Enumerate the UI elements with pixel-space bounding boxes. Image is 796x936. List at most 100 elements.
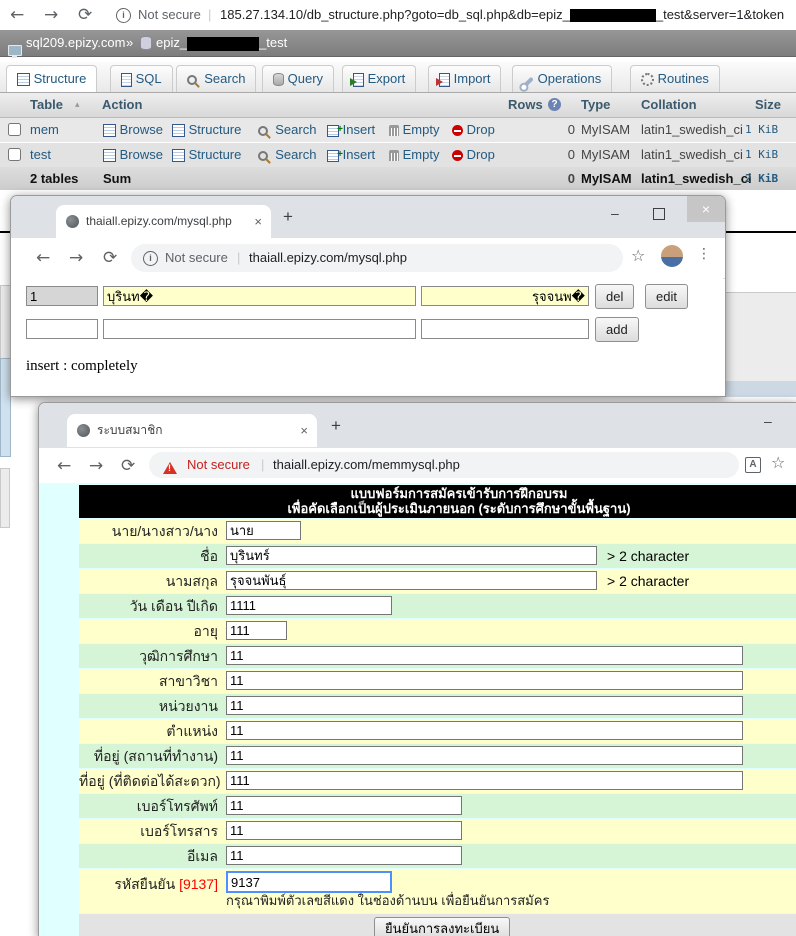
drop-icon xyxy=(452,150,463,161)
work-address-field[interactable] xyxy=(226,746,743,765)
table-name-link[interactable]: mem xyxy=(30,118,59,142)
empty-icon xyxy=(389,150,399,161)
organization-field[interactable] xyxy=(226,696,743,715)
tab-sql[interactable]: SQL xyxy=(110,65,173,92)
row-checkbox[interactable] xyxy=(8,148,21,161)
major-field[interactable] xyxy=(226,671,743,690)
col-action: Action xyxy=(102,93,142,117)
tab-export[interactable]: Export xyxy=(342,65,416,92)
add-button[interactable]: add xyxy=(595,317,639,342)
insert-icon xyxy=(327,150,339,162)
new-name-field[interactable] xyxy=(103,319,416,339)
action-search-link[interactable]: Search xyxy=(258,143,316,167)
tab-close-icon[interactable]: × xyxy=(300,414,308,447)
verify-code-field[interactable] xyxy=(226,871,392,893)
col-table[interactable]: Table xyxy=(30,93,63,117)
browser-tab[interactable]: ระบบสมาชิก × xyxy=(67,414,317,447)
omnibox[interactable]: i Not secure | thaiall.epizy.com/mysql.p… xyxy=(131,244,623,272)
bookmark-star-icon[interactable]: ☆ xyxy=(631,246,645,265)
del-button[interactable]: del xyxy=(595,284,634,309)
action-browse-link[interactable]: Browse xyxy=(103,143,163,167)
empty-icon xyxy=(389,125,399,136)
fax-field[interactable] xyxy=(226,821,462,840)
window-member-form: ระบบสมาชิก × + – ← → ⟳ Not secure | thai… xyxy=(38,402,796,936)
record-surname-field[interactable] xyxy=(421,286,589,306)
action-label: Empty xyxy=(403,122,440,137)
page-fragment xyxy=(725,292,796,382)
action-label: Drop xyxy=(467,122,495,137)
tab-query[interactable]: Query xyxy=(262,65,334,92)
breadcrumb-server-link[interactable]: sql209.epizy.com xyxy=(26,30,125,56)
new-tab-icon[interactable]: + xyxy=(283,207,293,227)
reload-icon[interactable]: ⟳ xyxy=(121,451,135,481)
sort-asc-icon[interactable]: ▴ xyxy=(75,93,80,117)
new-id-field[interactable] xyxy=(26,319,98,339)
back-icon[interactable]: ← xyxy=(10,0,24,30)
action-structure-link[interactable]: Structure xyxy=(172,143,241,167)
action-drop-link[interactable]: Drop xyxy=(452,143,495,167)
bookmark-star-icon[interactable]: ☆ xyxy=(771,453,785,472)
tab-routines[interactable]: Routines xyxy=(630,65,720,92)
contact-address-field[interactable] xyxy=(226,771,743,790)
record-name-field[interactable] xyxy=(103,286,416,306)
info-icon[interactable]: i xyxy=(116,8,131,23)
field-label: วัน เดือน ปีเกิด xyxy=(79,594,224,618)
tab-import[interactable]: Import xyxy=(428,65,501,92)
new-tab-icon[interactable]: + xyxy=(331,416,341,436)
action-empty-link[interactable]: Empty xyxy=(389,143,439,167)
education-field[interactable] xyxy=(226,646,743,665)
tab-structure[interactable]: Structure xyxy=(6,65,97,92)
maximize-icon[interactable] xyxy=(653,208,665,220)
tab-close-icon[interactable]: × xyxy=(254,205,262,238)
close-icon[interactable]: × xyxy=(687,196,725,222)
action-search-link[interactable]: Search xyxy=(258,118,316,142)
age-field[interactable] xyxy=(226,621,287,640)
omnibox[interactable]: i Not secure | 185.27.134.10/db_structur… xyxy=(108,0,796,30)
minimize-icon[interactable]: – xyxy=(764,411,772,431)
submit-button[interactable]: ยืนยันการลงทะเบียน xyxy=(374,917,510,936)
title-prefix-field[interactable] xyxy=(226,521,301,540)
action-label: Search xyxy=(275,147,316,162)
action-browse-link[interactable]: Browse xyxy=(103,118,163,142)
lastname-field[interactable] xyxy=(226,571,597,590)
position-field[interactable] xyxy=(226,721,743,740)
edit-button[interactable]: edit xyxy=(645,284,688,309)
back-icon[interactable]: ← xyxy=(36,243,50,273)
omnibox[interactable]: Not secure | thaiall.epizy.com/memmysql.… xyxy=(149,452,739,478)
tab-operations[interactable]: Operations xyxy=(512,65,612,92)
form-row-organization: หน่วยงาน xyxy=(79,694,796,718)
forward-icon[interactable]: → xyxy=(89,451,103,481)
back-icon[interactable]: ← xyxy=(57,451,71,481)
tab-search[interactable]: Search xyxy=(176,65,256,92)
minimize-icon[interactable]: – xyxy=(611,203,619,223)
translate-icon[interactable]: A xyxy=(745,457,761,473)
avatar[interactable] xyxy=(661,245,683,267)
action-insert-link[interactable]: Insert xyxy=(327,143,375,167)
phone-field[interactable] xyxy=(226,796,462,815)
new-surname-field[interactable] xyxy=(421,319,589,339)
row-checkbox[interactable] xyxy=(8,123,21,136)
field-label: สาขาวิชา xyxy=(79,669,224,693)
email-field[interactable] xyxy=(226,846,462,865)
forward-icon[interactable]: → xyxy=(44,0,58,30)
field-label: หน่วยงาน xyxy=(79,694,224,718)
breadcrumb-separator: » xyxy=(126,30,133,56)
help-icon[interactable]: ? xyxy=(548,98,561,111)
menu-icon[interactable]: ⋮ xyxy=(697,246,711,262)
pma-tabbar: Structure SQL Search Query Export Import… xyxy=(0,62,796,93)
reload-icon[interactable]: ⟳ xyxy=(103,243,117,273)
firstname-field[interactable] xyxy=(226,546,597,565)
action-structure-link[interactable]: Structure xyxy=(172,118,241,142)
record-id-field[interactable] xyxy=(26,286,98,306)
table-name-link[interactable]: test xyxy=(30,143,51,167)
form-row-work-address: ที่อยู่ (สถานที่ทำงาน) xyxy=(79,744,796,768)
forward-icon[interactable]: → xyxy=(69,243,83,273)
action-empty-link[interactable]: Empty xyxy=(389,118,439,142)
breadcrumb-db-link[interactable]: epiz__test xyxy=(156,30,287,56)
browser-tab[interactable]: thaiall.epizy.com/mysql.php × xyxy=(56,205,271,238)
action-drop-link[interactable]: Drop xyxy=(452,118,495,142)
birthdate-field[interactable] xyxy=(226,596,392,615)
action-insert-link[interactable]: Insert xyxy=(327,118,375,142)
reload-icon[interactable]: ⟳ xyxy=(78,0,92,30)
info-icon[interactable]: i xyxy=(143,251,158,266)
